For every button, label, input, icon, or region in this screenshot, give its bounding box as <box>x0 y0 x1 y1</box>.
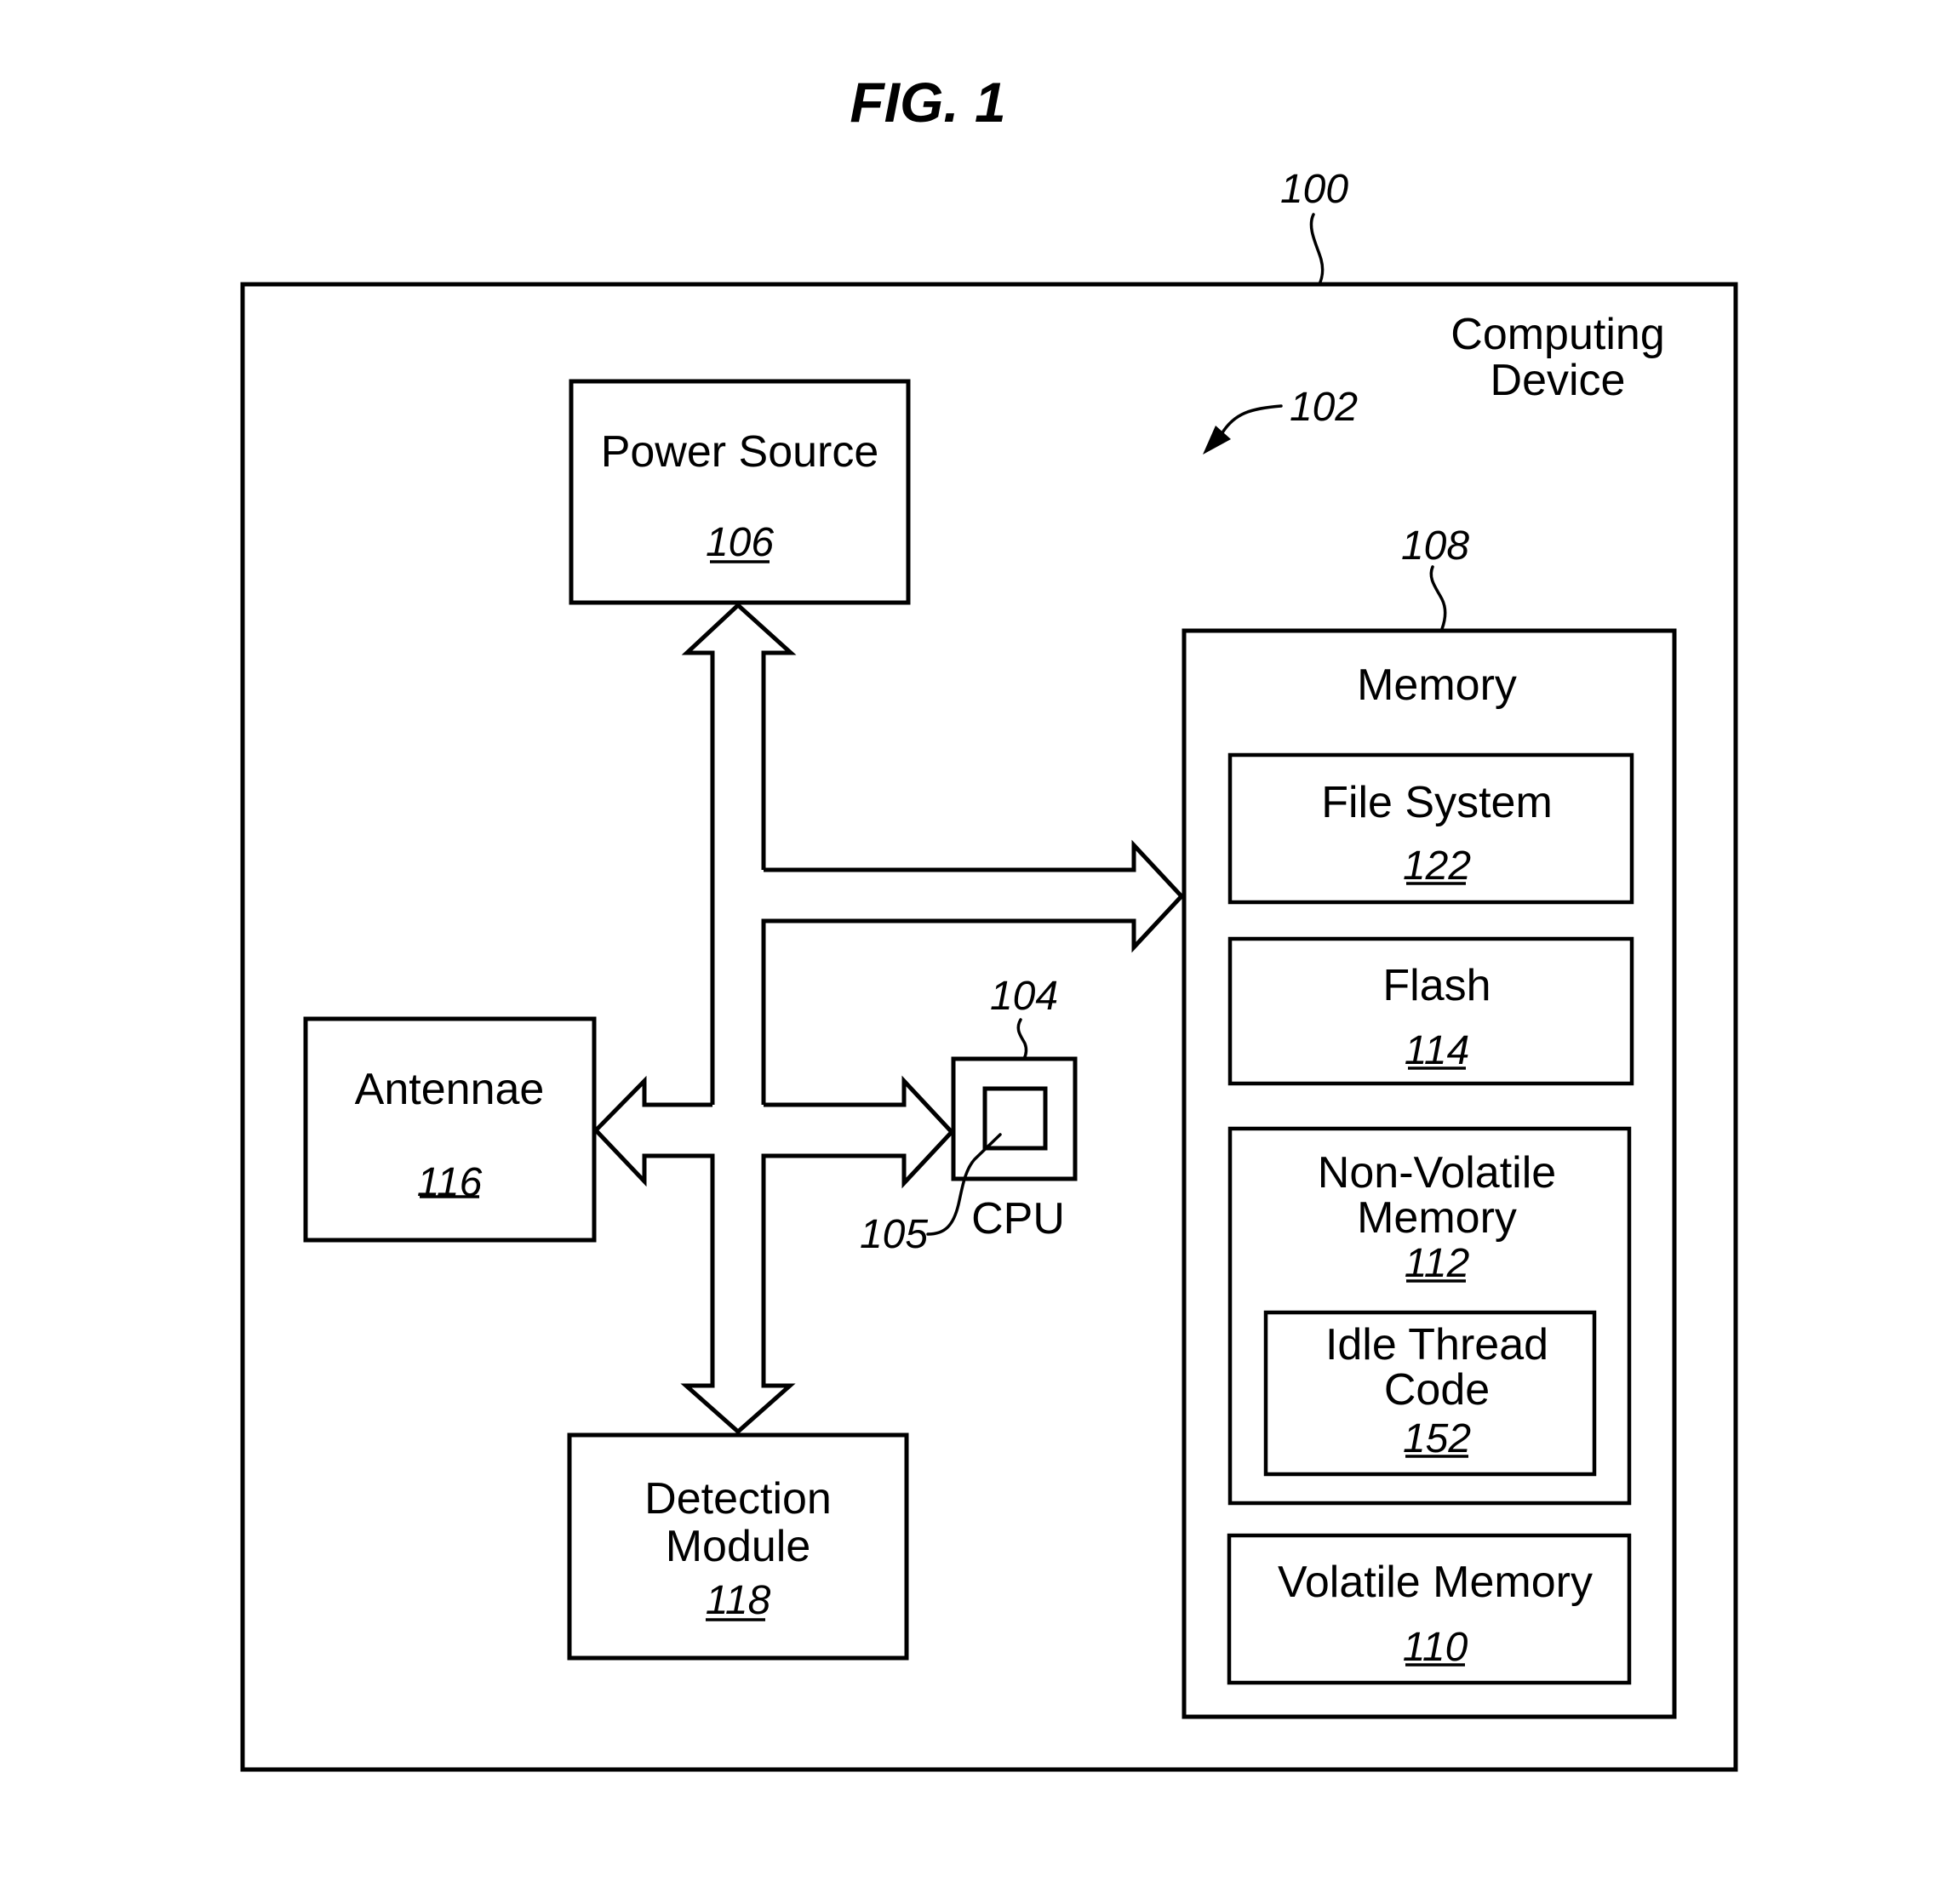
computing-device-label-line1: Computing <box>1450 310 1664 359</box>
figure-title: FIG. 1 <box>850 71 1005 134</box>
ref-label-102: 102 <box>1290 385 1358 430</box>
idle-thread-code-ref: 152 <box>1403 1416 1471 1461</box>
detection-module-block: Detection Module 118 <box>567 1432 909 1661</box>
file-system-label: File System <box>1321 778 1553 827</box>
non-volatile-memory-ref: 112 <box>1405 1241 1470 1286</box>
non-volatile-memory-label-line1: Non-Volatile <box>1318 1148 1556 1198</box>
cpu-core-ref: 105 <box>860 1212 928 1257</box>
power-source-label: Power Source <box>601 427 879 477</box>
file-system-ref: 122 <box>1403 843 1471 889</box>
memory-block: 108 Memory File System 122 Flash 114 Non… <box>1182 523 1677 1719</box>
detection-module-label-line1: Detection <box>644 1474 832 1524</box>
memory-label: Memory <box>1357 660 1517 710</box>
power-source-block: Power Source 106 <box>569 379 911 605</box>
non-volatile-memory-label-line2: Memory <box>1357 1193 1517 1243</box>
antennae-ref: 116 <box>417 1160 483 1205</box>
detection-module-label-line2: Module <box>666 1522 811 1571</box>
leader-line-100 <box>1309 213 1325 288</box>
idle-thread-code-label-line2: Code <box>1384 1365 1490 1415</box>
memory-ref: 108 <box>1401 523 1469 569</box>
antennae-block: Antennae 116 <box>303 1016 597 1243</box>
power-source-ref: 106 <box>706 520 774 565</box>
flash-ref: 114 <box>1405 1028 1470 1073</box>
volatile-memory-ref: 110 <box>1403 1625 1468 1670</box>
cpu-label: CPU <box>971 1194 1065 1244</box>
flash-label: Flash <box>1382 961 1491 1010</box>
patent-figure: FIG. 1 100 Computing Device 102 Power So… <box>240 71 1738 1772</box>
computing-device-label-line2: Device <box>1491 356 1626 405</box>
antennae-box <box>303 1016 597 1243</box>
antennae-label: Antennae <box>355 1065 545 1114</box>
volatile-memory-label: Volatile Memory <box>1278 1558 1593 1607</box>
detection-module-ref: 118 <box>706 1578 771 1623</box>
power-source-box <box>569 379 911 605</box>
ref-label-100: 100 <box>1280 167 1348 212</box>
cpu-ref: 104 <box>990 974 1058 1019</box>
idle-thread-code-label-line1: Idle Thread <box>1325 1320 1548 1369</box>
